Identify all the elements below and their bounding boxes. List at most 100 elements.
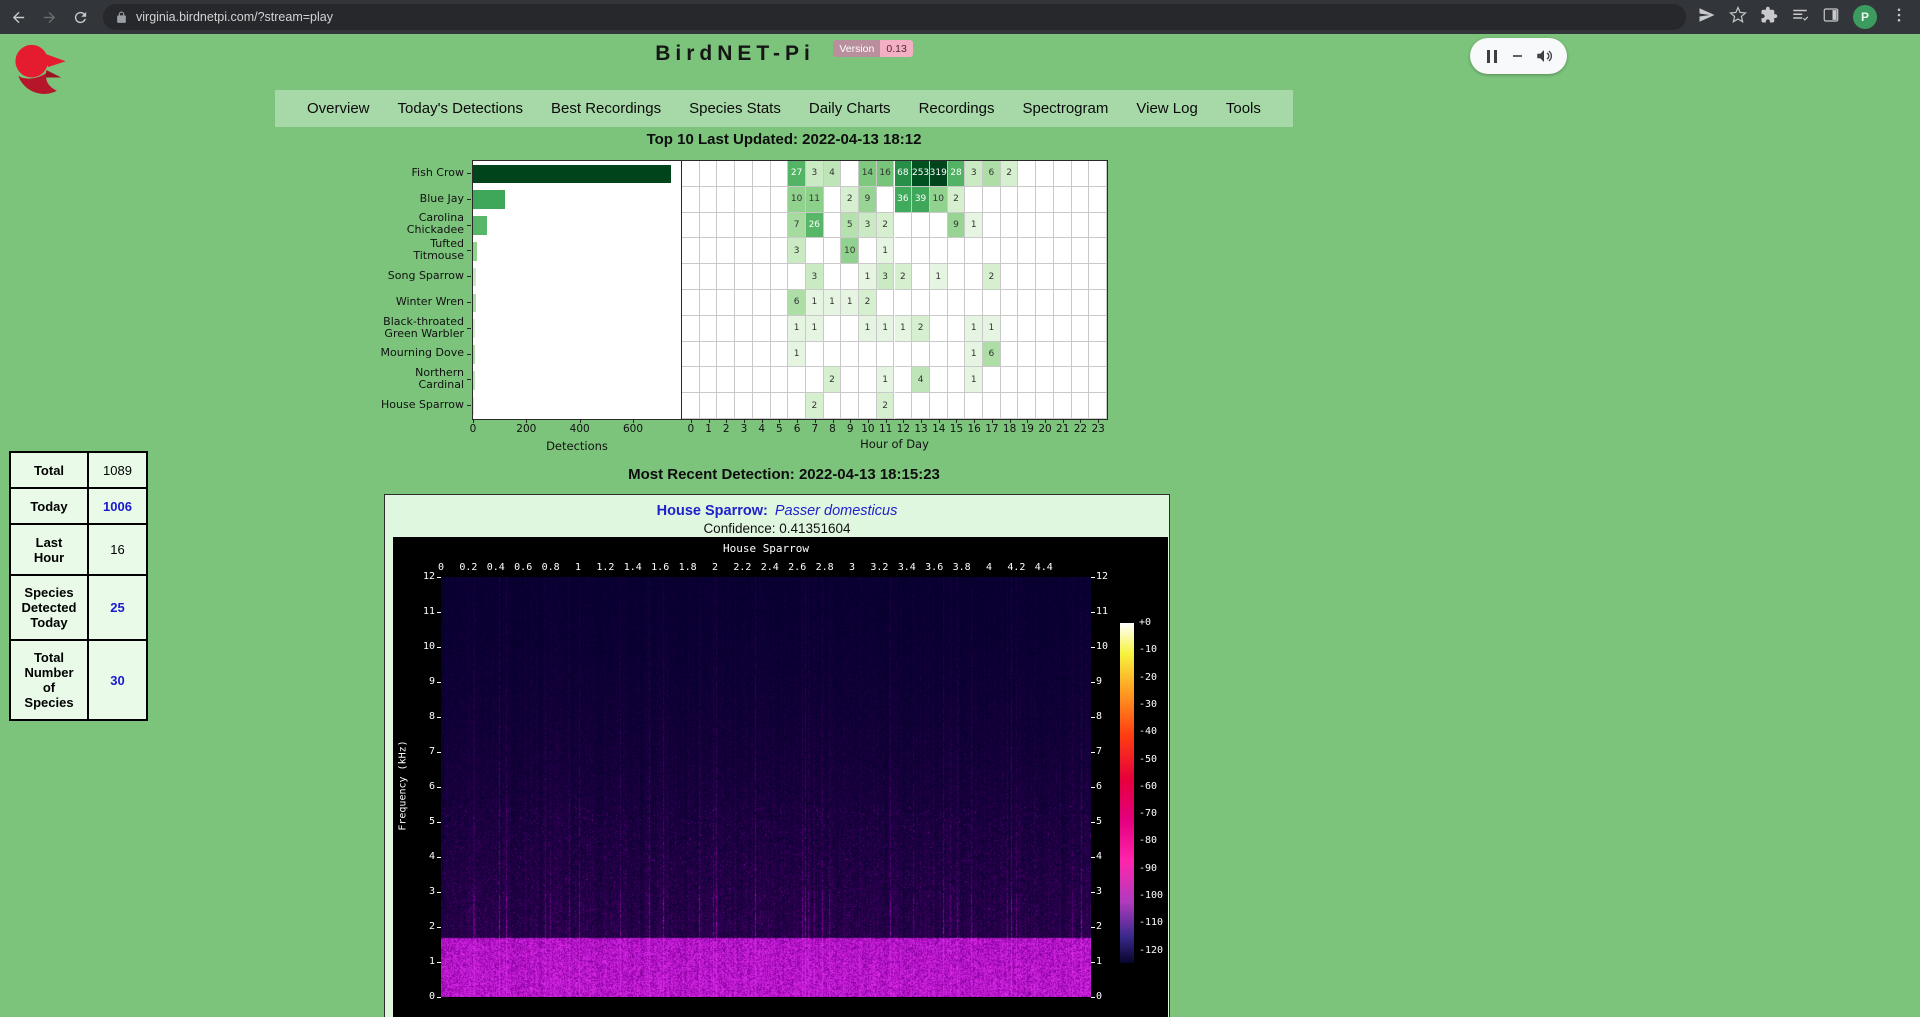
heatmap-cell xyxy=(771,238,789,264)
heatmap-cell: 253 xyxy=(912,161,930,187)
stat-value[interactable]: 1006 xyxy=(88,488,147,524)
nav-item-tools[interactable]: Tools xyxy=(1226,100,1261,117)
species-label: Mourning Dove xyxy=(377,341,466,367)
hour-tick: 10 xyxy=(861,423,874,435)
spectrogram-tickmark xyxy=(437,997,441,998)
spectrogram-time-tick: 3.2 xyxy=(870,562,888,573)
heatmap-cell xyxy=(682,187,700,213)
heatmap-cell: 10 xyxy=(788,187,806,213)
heatmap-cell xyxy=(948,238,966,264)
spectrogram-time-tick: 1.6 xyxy=(651,562,669,573)
species-label: Black-throated Green Warbler xyxy=(377,315,466,341)
url-text[interactable]: virginia.birdnetpi.com/?stream=play xyxy=(136,10,333,24)
heatmap-cell xyxy=(717,161,735,187)
heatmap-cell xyxy=(1072,187,1090,213)
heatmap-cell: 2 xyxy=(806,393,824,419)
heatmap-cell xyxy=(859,342,877,368)
heatmap-cell xyxy=(1089,316,1107,342)
heatmap-cell xyxy=(735,290,753,316)
detection-scientific-name[interactable]: Passer domesticus xyxy=(775,503,898,519)
spectrogram-time-tick: 4.4 xyxy=(1035,562,1053,573)
heatmap-cell xyxy=(1018,187,1036,213)
side-panel-icon[interactable] xyxy=(1822,6,1840,29)
back-icon[interactable] xyxy=(5,4,31,30)
heatmap-cell xyxy=(753,316,771,342)
most-recent-detection: Most Recent Detection: 2022-04-13 18:15:… xyxy=(0,466,1568,483)
spectrogram-time-tick: 0.8 xyxy=(542,562,560,573)
detection-heading: House Sparrow: Passer domesticus xyxy=(385,503,1169,519)
spectrogram-tickmark xyxy=(437,892,441,893)
stat-value[interactable]: 25 xyxy=(88,575,147,640)
nav-item-best-recordings[interactable]: Best Recordings xyxy=(551,100,661,117)
heatmap-cell: 3 xyxy=(877,264,895,290)
stat-label: Today xyxy=(10,488,88,524)
heatmap-cell xyxy=(682,342,700,368)
heatmap-cell xyxy=(735,393,753,419)
heatmap-cell xyxy=(895,342,913,368)
heatmap-cell xyxy=(1054,316,1072,342)
spectrogram-time-tick: 0.2 xyxy=(459,562,477,573)
heatmap-cell xyxy=(841,342,859,368)
spectrogram-freq-tick-right: 11 xyxy=(1096,606,1126,617)
spectrogram-freq-tick-left: 9 xyxy=(411,676,435,687)
spectrogram-time-tick: 3 xyxy=(849,562,855,573)
spectrogram-time-tick: 0.6 xyxy=(514,562,532,573)
nav-item-spectrogram[interactable]: Spectrogram xyxy=(1022,100,1108,117)
bar-x-tick: 600 xyxy=(623,423,643,435)
hour-tick: 2 xyxy=(723,423,730,435)
heatmap-cell: 10 xyxy=(930,187,948,213)
hour-tick: 4 xyxy=(758,423,765,435)
nav-item-today-s-detections[interactable]: Today's Detections xyxy=(398,100,523,117)
reading-list-icon[interactable] xyxy=(1791,6,1809,29)
heatmap-cell xyxy=(717,342,735,368)
hour-tickmark xyxy=(1027,419,1028,423)
spectrogram-time-tick: 4 xyxy=(986,562,992,573)
species-tick xyxy=(467,302,471,303)
forward-icon[interactable] xyxy=(36,4,62,30)
address-bar[interactable]: virginia.birdnetpi.com/?stream=play xyxy=(103,4,1686,30)
spectrogram-db-tick: +0 xyxy=(1139,617,1151,628)
heatmap-cell: 6 xyxy=(788,290,806,316)
heatmap-cell xyxy=(682,290,700,316)
nav-item-daily-charts[interactable]: Daily Charts xyxy=(809,100,891,117)
nav-item-recordings[interactable]: Recordings xyxy=(919,100,995,117)
heatmap-cell xyxy=(948,290,966,316)
detection-common-name[interactable]: House Sparrow: xyxy=(657,503,768,519)
heatmap-cell xyxy=(983,238,1001,264)
hour-tickmark xyxy=(1063,419,1064,423)
bar xyxy=(473,397,474,416)
heatmap-cell xyxy=(700,393,718,419)
heatmap-cell xyxy=(1036,316,1054,342)
heatmap-cell xyxy=(1001,290,1019,316)
hour-tickmark xyxy=(992,419,993,423)
spectrogram-tickmark xyxy=(437,577,441,578)
nav-item-species-stats[interactable]: Species Stats xyxy=(689,100,781,117)
stat-value[interactable]: 30 xyxy=(88,640,147,720)
reload-icon[interactable] xyxy=(67,4,93,30)
spectrogram-tickmark xyxy=(1091,787,1095,788)
profile-avatar[interactable]: P xyxy=(1853,5,1877,29)
extensions-icon[interactable] xyxy=(1760,6,1778,29)
bookmark-star-icon[interactable] xyxy=(1729,6,1747,29)
spectrogram-freq-tick-left: 8 xyxy=(411,711,435,722)
bar-x-tick: 400 xyxy=(570,423,590,435)
heatmap-cell: 1 xyxy=(824,290,842,316)
heatmap-cell xyxy=(1018,342,1036,368)
heatmap-cell xyxy=(1018,393,1036,419)
spectrogram-freq-tick-left: 12 xyxy=(411,571,435,582)
hour-tickmark xyxy=(921,419,922,423)
send-icon[interactable] xyxy=(1698,6,1716,29)
nav-item-view-log[interactable]: View Log xyxy=(1136,100,1197,117)
heatmap-cell: 1 xyxy=(965,367,983,393)
menu-dots-icon[interactable] xyxy=(1890,6,1908,29)
heatmap-cell xyxy=(700,342,718,368)
heatmap-cell xyxy=(1072,213,1090,239)
heatmap-cell xyxy=(948,342,966,368)
nav-item-overview[interactable]: Overview xyxy=(307,100,370,117)
heatmap-cell: 3 xyxy=(788,238,806,264)
bar xyxy=(473,242,477,261)
heatmap-cell xyxy=(930,367,948,393)
spectrogram-freq-tick-left: 4 xyxy=(411,851,435,862)
heatmap-cell: 2 xyxy=(983,264,1001,290)
heatmap-cell xyxy=(965,290,983,316)
